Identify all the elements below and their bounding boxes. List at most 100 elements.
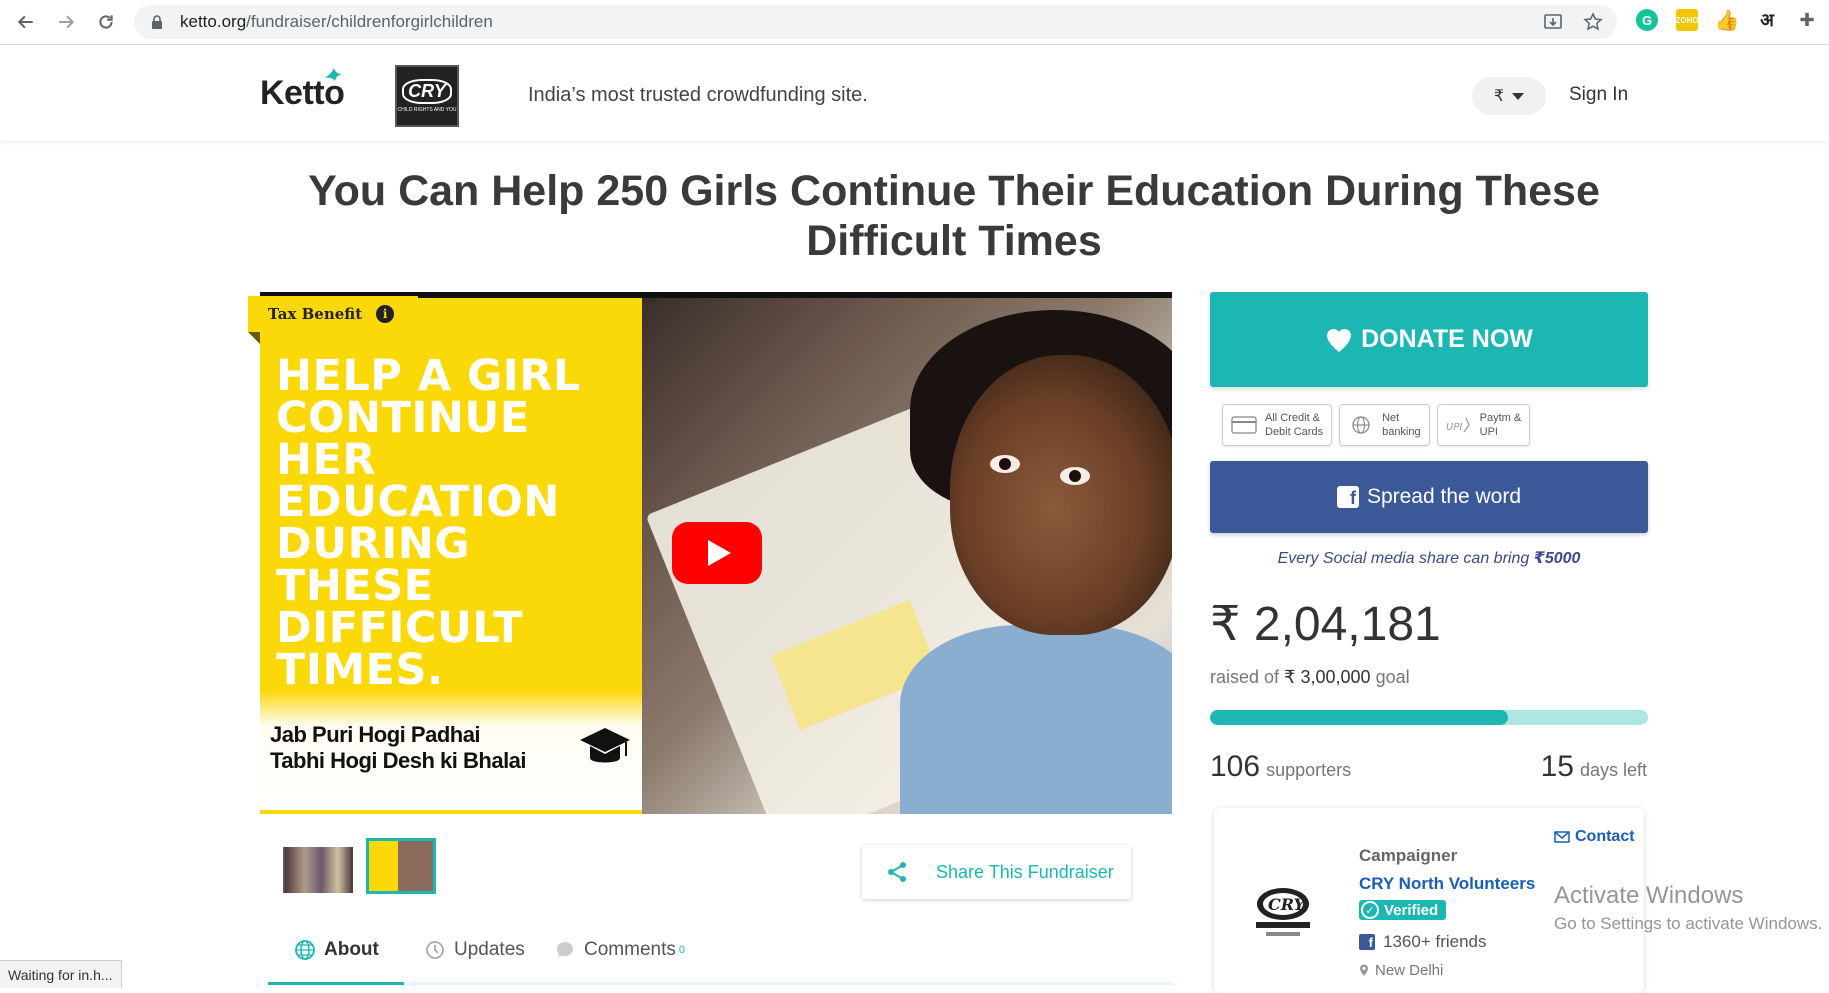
verified-badge: ✓ Verified — [1359, 900, 1447, 920]
location-text: New Delhi — [1375, 962, 1444, 979]
payment-options: All Credit & Debit Cards Net banking UPI P… — [1222, 404, 1531, 446]
content-tabs: About Updates Comments 0 — [268, 925, 1174, 985]
payment-option-upi: UPI Paytm & UPI — [1436, 404, 1531, 446]
puzzle-icon[interactable]: ✚ — [1796, 9, 1818, 31]
tab-updates[interactable]: Updates — [424, 939, 525, 961]
facebook-friends: f 1360+ friends — [1359, 932, 1487, 952]
tab-about-label: About — [324, 939, 379, 960]
pay-option-line: All Credit & — [1265, 412, 1321, 424]
days-number: 15 — [1540, 750, 1574, 783]
zoho-icon[interactable]: ZOHO — [1675, 9, 1699, 31]
dress-shape — [900, 625, 1172, 814]
svg-text:UPI: UPI — [1446, 422, 1462, 433]
spread-label: Spread the word — [1366, 485, 1522, 508]
facebook-icon: f — [1359, 934, 1375, 950]
supporters-number: 106 — [1210, 750, 1261, 783]
progress-fill — [1210, 710, 1508, 725]
extensions: G ZOHO 👍 अ ✚ — [1636, 9, 1818, 32]
forward-button[interactable] — [48, 4, 84, 40]
pay-option-line: banking — [1382, 426, 1421, 438]
map-pin-icon — [1360, 964, 1368, 976]
footer-line-2: Tabhi Hogi Desh ki Bhalai — [270, 748, 527, 773]
campaigner-label: Campaigner — [1359, 846, 1458, 865]
goal-prefix: raised of — [1210, 667, 1285, 687]
hindi-input-icon[interactable]: अ — [1756, 9, 1778, 31]
active-tab-indicator — [268, 982, 404, 985]
gallery-thumbnail-active[interactable] — [366, 838, 436, 894]
cry-logo[interactable]: CRY CHILD RIGHTS AND YOU — [395, 65, 459, 127]
campaigner-name[interactable]: CRY North Volunteers — [1359, 874, 1535, 894]
facebook-icon: f — [1336, 486, 1359, 508]
watermark-line-2: Go to Settings to activate Windows. — [1554, 914, 1823, 933]
watermark-line-1: Activate Windows — [1554, 882, 1744, 909]
days-label: days left — [1579, 760, 1647, 780]
supporters-count: 106 supporters — [1210, 750, 1351, 784]
amount-raised: ₹ 2,04,181 — [1210, 598, 1441, 651]
windows-activation-watermark: Activate Windows Go to Settings to activ… — [1554, 882, 1822, 934]
donate-label: DONATE NOW — [1361, 325, 1533, 353]
install-app-icon[interactable] — [1543, 12, 1563, 32]
share-fundraiser-button[interactable]: Share This Fundraiser — [862, 845, 1131, 899]
page-title: You Can Help 250 Girls Continue Their Ed… — [308, 167, 1600, 265]
arrow-right-icon — [59, 15, 75, 29]
check-icon: ✓ — [1361, 901, 1379, 919]
video-footer-text: Jab Puri Hogi Padhai Tabhi Hogi Desh ki … — [270, 722, 527, 774]
globe-icon — [1352, 416, 1370, 434]
tax-benefit-badge[interactable]: Tax Benefit i — [248, 296, 418, 332]
comment-icon — [557, 942, 573, 957]
url-text: ketto.org/fundraiser/childrenforgirlchil… — [180, 12, 493, 31]
globe-icon — [295, 940, 315, 960]
eye-shape — [990, 455, 1020, 473]
tab-about[interactable]: About — [294, 939, 379, 961]
currency-selector[interactable]: ₹ — [1472, 77, 1546, 115]
contact-link[interactable]: Contact — [1554, 828, 1635, 846]
arrow-left-icon — [17, 15, 33, 29]
pay-option-line: Paytm & — [1479, 412, 1522, 424]
card-icon — [1231, 416, 1257, 434]
cry-avatar: CRY — [1256, 888, 1310, 936]
contact-label: Contact — [1575, 828, 1635, 845]
graduation-cap-icon — [580, 728, 630, 763]
info-icon[interactable]: i — [376, 305, 395, 323]
pay-option-line: Net — [1382, 412, 1400, 424]
thumbs-up-icon[interactable]: 👍 — [1715, 9, 1740, 32]
campaigner-location: New Delhi — [1359, 962, 1443, 979]
bird-icon — [324, 68, 342, 81]
badge-fold — [248, 332, 260, 344]
reload-icon — [99, 15, 113, 29]
face-shape — [950, 355, 1172, 635]
tagline: India’s most trusted crowdfunding site. — [528, 84, 868, 106]
spread-the-word-button[interactable]: f Spread the word — [1210, 461, 1648, 533]
lock-icon — [152, 15, 162, 29]
currency-symbol: ₹ — [1493, 88, 1505, 105]
progress-bar — [1210, 710, 1648, 725]
back-button[interactable] — [8, 4, 44, 40]
chevron-down-icon — [1512, 92, 1525, 100]
svg-text:CRY: CRY — [1268, 895, 1307, 914]
upi-icon: UPI — [1446, 417, 1470, 433]
site-header: Ketto CRY CHILD RIGHTS AND YOU India’s m… — [0, 46, 1829, 141]
share-icon — [888, 862, 906, 882]
reload-button[interactable] — [88, 4, 124, 40]
sign-in-link[interactable]: Sign In — [1569, 84, 1628, 106]
video-headline: HELP A GIRL CONTINUE HER EDUCATION DURIN… — [276, 351, 581, 695]
play-button[interactable] — [672, 522, 762, 584]
footer-line-1: Jab Puri Hogi Padhai — [270, 722, 481, 747]
supporters-label: supporters — [1266, 760, 1352, 780]
donate-now-button[interactable]: DONATE NOW — [1210, 292, 1648, 387]
tab-updates-label: Updates — [454, 939, 525, 960]
browser-status-bar: Waiting for in.h... — [0, 960, 122, 988]
payment-option-netbanking: Net banking — [1339, 404, 1430, 446]
address-bar[interactable]: ketto.org/fundraiser/childrenforgirlchil… — [134, 5, 1617, 39]
share-note-amount: ₹5000 — [1533, 550, 1581, 567]
gallery-thumbnail[interactable] — [283, 847, 353, 893]
goal-amount: ₹ 3,00,000 — [1284, 667, 1371, 687]
grammarly-icon[interactable]: G — [1636, 9, 1658, 31]
tab-comments[interactable]: Comments 0 — [554, 939, 685, 961]
share-label: Share This Fundraiser — [936, 861, 1114, 882]
pay-option-line: Debit Cards — [1265, 426, 1324, 438]
comments-count: 0 — [678, 944, 685, 956]
heart-icon — [1327, 328, 1352, 352]
tax-benefit-label: Tax Benefit — [268, 305, 363, 323]
bookmark-star-icon[interactable] — [1583, 12, 1603, 32]
